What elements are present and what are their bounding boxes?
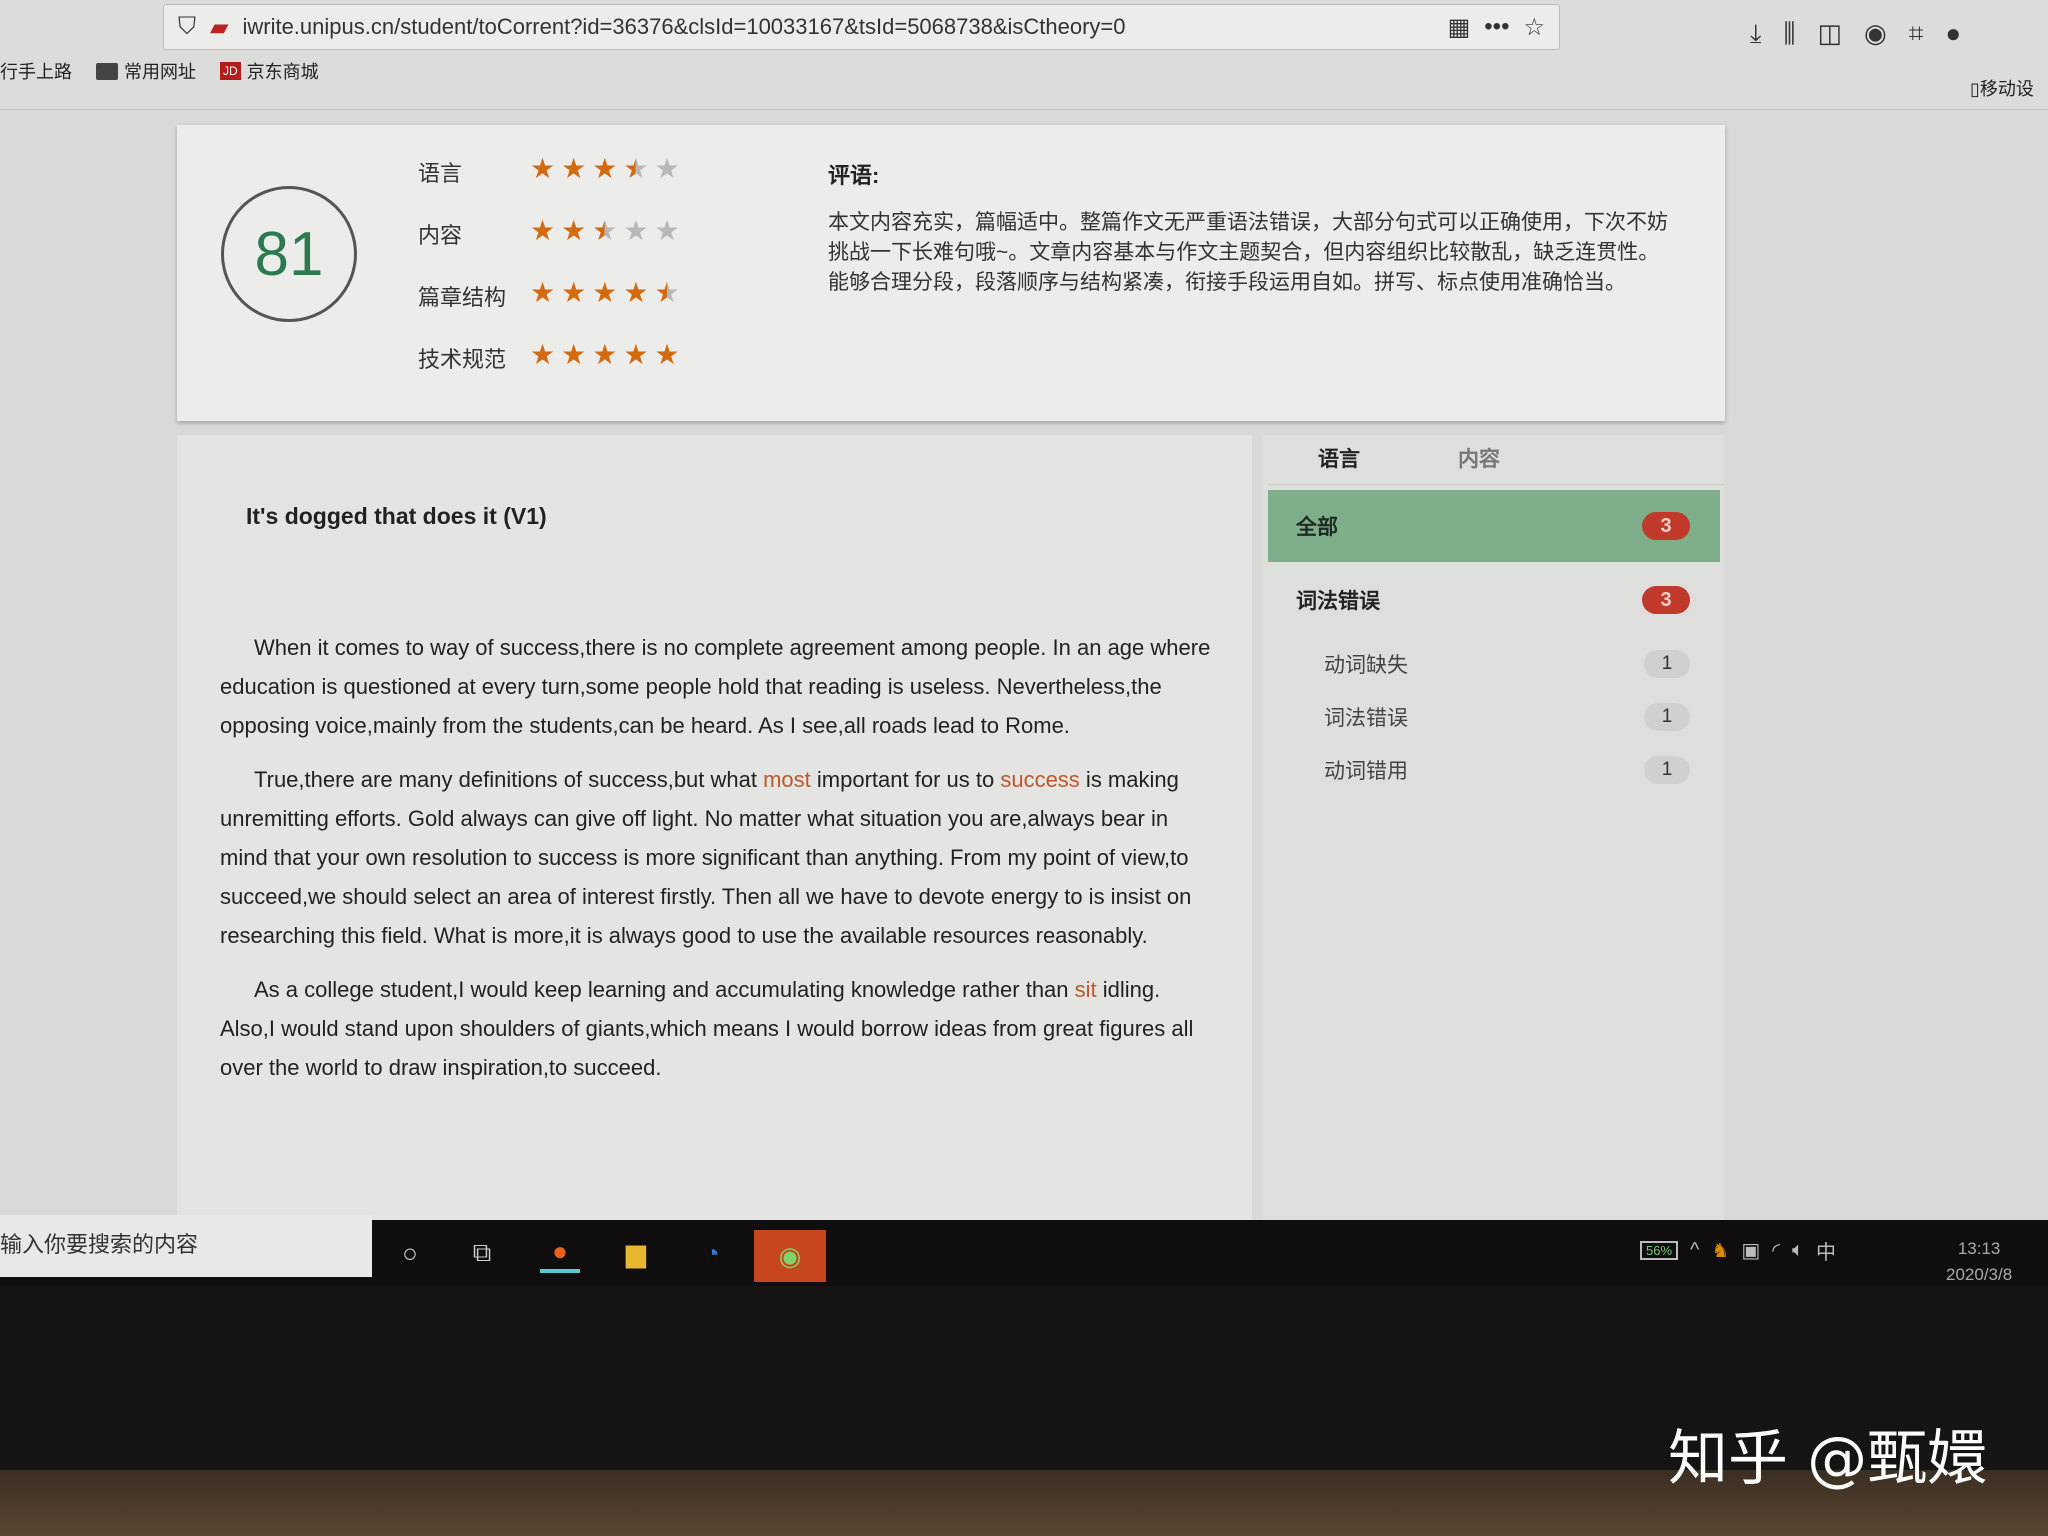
browser-window: ⛉ ▰ iwrite.unipus.cn/student/toCorrent?i… bbox=[0, 0, 2048, 1225]
count-badge: 1 bbox=[1644, 650, 1690, 678]
sidebar-icon[interactable]: ◫ bbox=[1817, 18, 1842, 50]
watermark: 知乎 @甄嬛 bbox=[1668, 1424, 1988, 1494]
permissions-icon[interactable]: ▰ bbox=[210, 13, 228, 42]
url-text[interactable]: iwrite.unipus.cn/student/toCorrent?id=36… bbox=[242, 14, 1433, 40]
star-icon: ★ bbox=[654, 339, 680, 370]
star-icon: ★ bbox=[561, 153, 587, 184]
network-adapter-icon[interactable]: ▣ bbox=[1741, 1238, 1760, 1263]
star-icon: ★ bbox=[654, 277, 680, 308]
jd-logo-icon: JD bbox=[220, 62, 241, 80]
star-rating: ★ ★ ★ ★ ★ bbox=[530, 338, 680, 371]
star-icon: ★ bbox=[592, 153, 618, 184]
filter-item[interactable]: 词法错误 1 bbox=[1268, 691, 1720, 743]
comment-title: 评语: bbox=[828, 163, 880, 188]
rating-label: 语言 bbox=[418, 161, 463, 186]
ime-indicator[interactable]: 中 bbox=[1816, 1236, 1836, 1265]
volume-icon[interactable]: 🔈︎ bbox=[1792, 1239, 1804, 1262]
screenshot-icon[interactable]: ⌗ bbox=[1909, 18, 1924, 50]
error-highlight[interactable]: sit bbox=[1075, 977, 1097, 1002]
tab-language[interactable]: 语言 bbox=[1318, 443, 1360, 473]
star-icon: ★ bbox=[623, 339, 649, 370]
star-icon: ★ bbox=[530, 277, 556, 308]
mobile-bookmarks[interactable]: ▯移动设 bbox=[1970, 75, 2034, 101]
star-icon: ★ bbox=[654, 153, 680, 184]
star-icon: ★ bbox=[592, 339, 618, 370]
star-icon: ★ bbox=[561, 339, 587, 370]
count-badge: 3 bbox=[1642, 586, 1690, 614]
star-icon: ★ bbox=[561, 277, 587, 308]
battery-icon[interactable]: 56% bbox=[1640, 1241, 1679, 1260]
star-icon: ★ bbox=[623, 153, 649, 184]
filter-category-lexical[interactable]: 词法错误 3 bbox=[1268, 566, 1720, 634]
chevron-up-icon[interactable]: ^ bbox=[1690, 1239, 1699, 1262]
star-icon: ★ bbox=[623, 277, 649, 308]
star-icon: ★ bbox=[530, 153, 556, 184]
clock[interactable]: 13:13 2020/3/8 bbox=[1946, 1236, 2012, 1288]
comment-text: 本文内容充实，篇幅适中。整篇作文无严重语法错误，大部分句式可以正确使用，下次不妨… bbox=[828, 211, 1668, 294]
bookmark-star-icon[interactable]: ☆ bbox=[1523, 13, 1545, 42]
library-icon[interactable]: ⫼ bbox=[1784, 18, 1796, 50]
taskbar-search-input[interactable]: 输入你要搜索的内容 bbox=[0, 1215, 372, 1277]
total-score: 81 bbox=[221, 186, 357, 322]
more-icon[interactable]: ••• bbox=[1484, 13, 1509, 41]
count-badge: 3 bbox=[1642, 512, 1690, 540]
download-icon[interactable]: ⤓ bbox=[1750, 18, 1762, 50]
star-icon: ★ bbox=[530, 215, 556, 246]
wifi-icon[interactable]: ◜ bbox=[1772, 1238, 1780, 1263]
system-tray: 56% ^ ♞ ▣ ◜ 🔈︎ 中 bbox=[1640, 1236, 1836, 1265]
error-highlight[interactable]: most bbox=[763, 767, 811, 792]
rating-label: 技术规范 bbox=[418, 347, 507, 372]
filter-item[interactable]: 动词错用 1 bbox=[1268, 744, 1720, 796]
star-icon: ★ bbox=[530, 339, 556, 370]
qr-code-icon[interactable]: ▦ bbox=[1448, 13, 1471, 42]
rating-label: 篇章结构 bbox=[418, 285, 507, 310]
app-tray-icon[interactable]: ♞ bbox=[1711, 1238, 1729, 1263]
count-badge: 1 bbox=[1644, 756, 1690, 784]
bookmark-common-sites[interactable]: 常用网址 bbox=[96, 58, 196, 84]
star-icon: ★ bbox=[592, 215, 618, 246]
error-highlight[interactable]: success bbox=[1000, 767, 1079, 792]
count-badge: 1 bbox=[1644, 703, 1690, 731]
bookmarks-bar: 行手上路 常用网址 JD 京东商城 bbox=[0, 58, 319, 84]
star-rating: ★ ★ ★ ★ ★ bbox=[530, 214, 680, 247]
rating-label: 内容 bbox=[418, 223, 463, 248]
star-rating: ★ ★ ★ ★ ★ bbox=[530, 276, 680, 309]
address-bar[interactable]: ⛉ ▰ iwrite.unipus.cn/student/toCorrent?i… bbox=[163, 4, 1560, 50]
essay-body: When it comes to way of success,there is… bbox=[220, 628, 1220, 1102]
folder-icon bbox=[96, 62, 118, 80]
chat-icon[interactable]: ● bbox=[1945, 18, 1961, 50]
filter-all[interactable]: 全部 3 bbox=[1268, 490, 1720, 562]
shield-icon[interactable]: ⛉ bbox=[178, 13, 196, 41]
paragraph: As a college student,I would keep learni… bbox=[220, 977, 1194, 1080]
account-icon[interactable]: ◉ bbox=[1864, 18, 1887, 50]
paragraph: When it comes to way of success,there is… bbox=[220, 635, 1211, 738]
tab-content[interactable]: 内容 bbox=[1458, 443, 1500, 473]
star-icon: ★ bbox=[654, 215, 680, 246]
star-rating: ★ ★ ★ ★ ★ bbox=[530, 152, 680, 185]
star-icon: ★ bbox=[561, 215, 587, 246]
phone-icon: ▯ bbox=[1970, 79, 1980, 99]
bookmark-jd[interactable]: JD 京东商城 bbox=[220, 58, 319, 84]
toolbar-icons: ⤓ ⫼ ◫ ◉ ⌗ ● bbox=[1750, 18, 1961, 50]
wechat-icon[interactable]: ◉ bbox=[754, 1230, 826, 1282]
paragraph: True,there are many definitions of succe… bbox=[220, 767, 1192, 948]
star-icon: ★ bbox=[623, 215, 649, 246]
filter-item[interactable]: 动词缺失 1 bbox=[1268, 638, 1720, 690]
task-view-icon[interactable]: ⧉ bbox=[462, 1233, 502, 1273]
file-explorer-icon[interactable]: ▆ bbox=[616, 1233, 656, 1273]
cortana-icon[interactable]: ○ bbox=[390, 1233, 430, 1273]
star-icon: ★ bbox=[592, 277, 618, 308]
firefox-icon[interactable]: ● bbox=[540, 1233, 580, 1273]
bookmark-getting-started[interactable]: 行手上路 bbox=[0, 58, 72, 84]
essay-title: It's dogged that does it (V1) bbox=[246, 503, 547, 529]
clock-app-icon[interactable]: ◔ bbox=[692, 1233, 732, 1273]
